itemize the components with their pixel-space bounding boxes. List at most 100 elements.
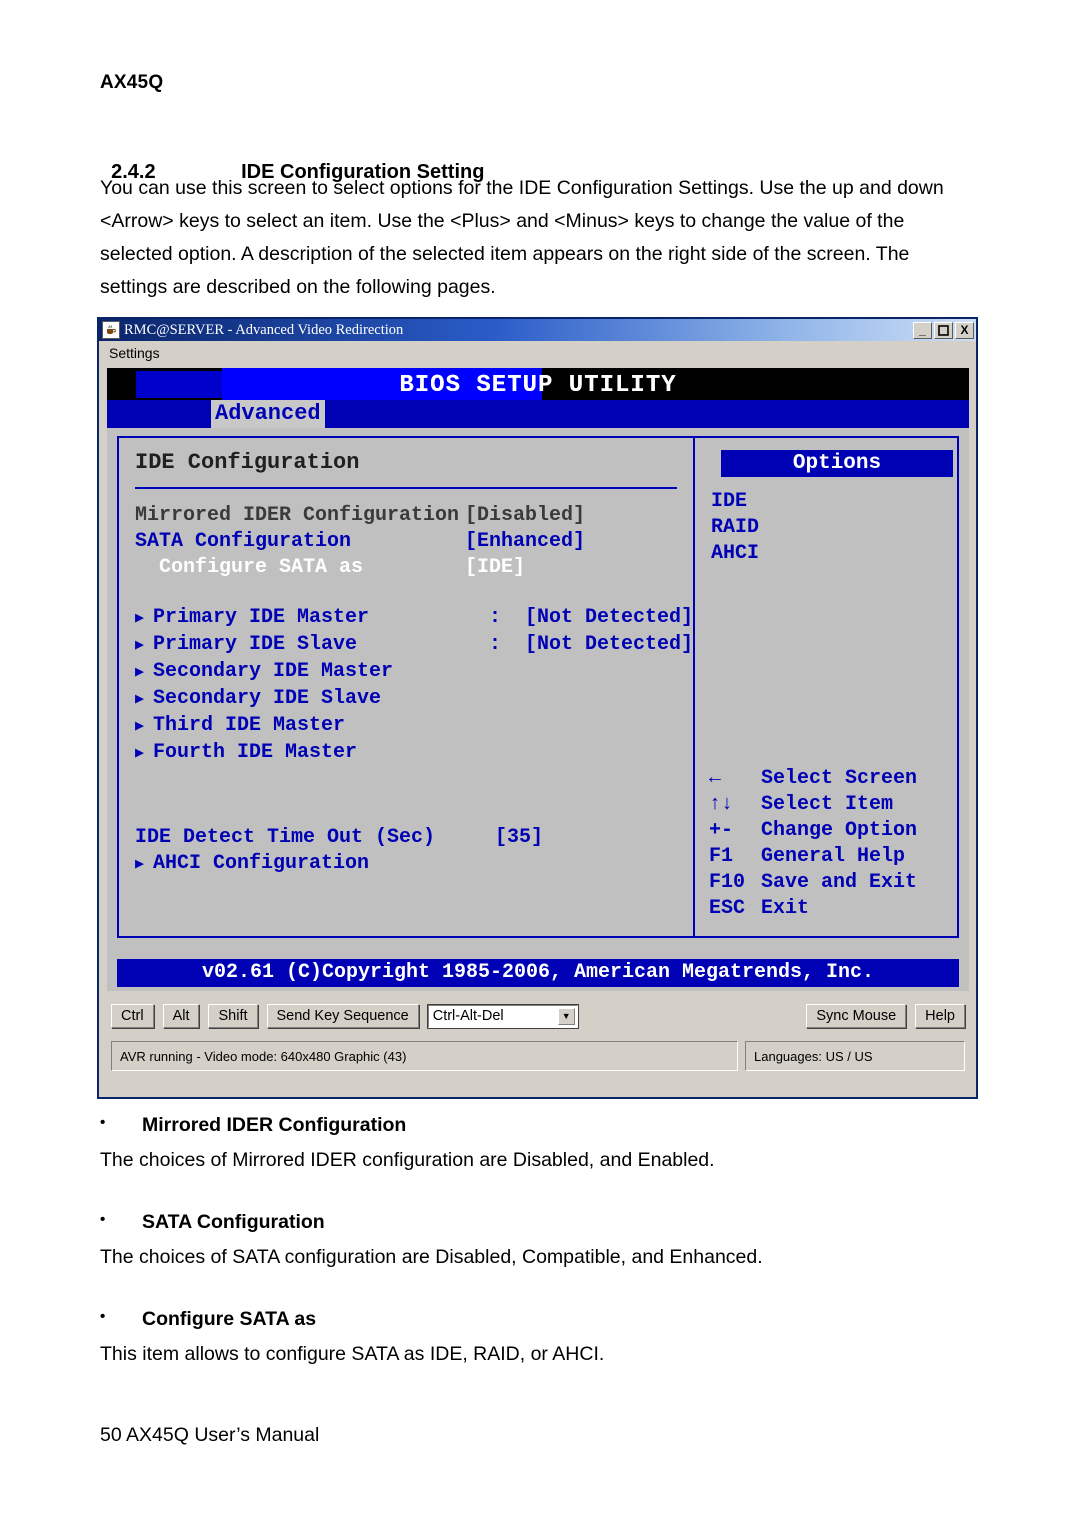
key-sequence-value: Ctrl-Alt-Del [432, 1008, 504, 1024]
languages-text: Languages: US / US [745, 1041, 965, 1071]
alt-button[interactable]: Alt [162, 1004, 200, 1028]
minimize-icon[interactable]: _ [913, 321, 932, 339]
setting-row-sata-configuration[interactable]: SATA Configuration [Enhanced] [135, 529, 693, 555]
setting-row-mirrored-ider[interactable]: Mirrored IDER Configuration [Disabled] [135, 503, 693, 529]
device-row-third-ide-master[interactable]: ▶ Third IDE Master [135, 713, 693, 740]
device-row-secondary-ide-master[interactable]: ▶ Secondary IDE Master [135, 659, 693, 686]
timeout-value: [35] [495, 826, 544, 849]
key-glyph: ← [709, 767, 722, 790]
close-icon[interactable]: X [955, 321, 974, 339]
key-legend-row: ↑↓ Select Item [709, 792, 917, 818]
menu-item-settings[interactable]: Settings [109, 345, 160, 361]
bios-right-pane: Options IDE RAID AHCI ← Select Screen ↑↓ S… [695, 438, 957, 936]
key-legend-row: ESC Exit [709, 896, 917, 922]
panel-heading: IDE Configuration [135, 450, 360, 475]
triangle-right-icon: ▶ [135, 637, 145, 654]
shift-button[interactable]: Shift [208, 1004, 258, 1028]
device-value: : [Not Detected] [488, 606, 693, 629]
key-action: General Help [761, 845, 906, 868]
avr-toolbar: Ctrl Alt Shift Send Key Sequence Ctrl-Al… [107, 997, 969, 1035]
bullet-title-sata-configuration: • SATA Configuration [100, 1211, 980, 1234]
key-action: Change Option [761, 819, 918, 842]
help-button[interactable]: Help [915, 1004, 965, 1028]
key-glyph: F1 [709, 845, 734, 868]
device-label: Primary IDE Master [153, 606, 370, 629]
tab-advanced[interactable]: Advanced [211, 400, 325, 428]
setting-label: Mirrored IDER Configuration [135, 504, 460, 527]
bullet-body-mirrored-ider: The choices of Mirrored IDER configurati… [100, 1149, 715, 1171]
bios-key-legend: ← Select Screen ↑↓ Select Item +- Change Op… [709, 766, 917, 922]
setting-label: Configure SATA as [135, 556, 364, 579]
sync-mouse-button[interactable]: Sync Mouse [806, 1004, 907, 1028]
page-footer: 50 AX45Q User’s Manual [100, 1424, 320, 1446]
options-panel-item-ide: IDE [711, 490, 748, 513]
setting-row-configure-sata-as[interactable]: Configure SATA as [IDE] [135, 555, 693, 581]
key-action: Select Screen [761, 767, 918, 790]
avr-status-bar: AVR running - Video mode: 640x480 Graphi… [107, 1041, 969, 1071]
bullet-sections: • Mirrored IDER Configuration The choice… [100, 1114, 980, 1405]
bullet-title-text: Mirrored IDER Configuration [142, 1114, 407, 1136]
java-coffee-cup-icon [102, 321, 120, 339]
ahci-label: AHCI Configuration [153, 852, 370, 875]
setting-row-ide-detect-timeout[interactable]: IDE Detect Time Out (Sec) [35] [135, 825, 693, 851]
setting-value: [Disabled] [465, 504, 586, 527]
setting-value: [Enhanced] [465, 530, 586, 553]
running-head: AX45Q [100, 72, 164, 93]
options-panel-item-ahci: AHCI [711, 542, 760, 565]
options-panel-item-raid: RAID [711, 516, 760, 539]
bullet-title-configure-sata-as: • Configure SATA as [100, 1308, 980, 1331]
triangle-right-icon: ▶ [135, 856, 145, 873]
key-glyph: ↑↓ [709, 793, 734, 816]
bios-tab-bar-fill [315, 400, 969, 428]
device-row-secondary-ide-slave[interactable]: ▶ Secondary IDE Slave [135, 686, 693, 713]
triangle-right-icon: ▶ [135, 718, 145, 735]
device-row-fourth-ide-master[interactable]: ▶ Fourth IDE Master [135, 740, 693, 767]
key-legend-row: F1 General Help [709, 844, 917, 870]
triangle-right-icon: ▶ [135, 745, 145, 762]
bios-body: IDE Configuration Mirrored IDER Configur… [107, 428, 969, 958]
device-label: Secondary IDE Slave [153, 687, 382, 710]
device-row-primary-ide-slave[interactable]: ▶ Primary IDE Slave : [Not Detected] [135, 632, 693, 659]
window-title-bar[interactable]: RMC@SERVER - Advanced Video Redirection … [99, 319, 976, 341]
triangle-right-icon: ▶ [135, 664, 145, 681]
bios-title: BIOS SETUP UTILITY [399, 372, 677, 399]
bios-panes: IDE Configuration Mirrored IDER Configur… [117, 436, 959, 938]
bullet-dot-icon: • [100, 1114, 106, 1131]
window-controls: _ X [913, 321, 974, 339]
bullet-dot-icon: • [100, 1308, 106, 1325]
maximize-icon[interactable] [934, 321, 953, 339]
triangle-right-icon: ▶ [135, 610, 145, 627]
timeout-label: IDE Detect Time Out (Sec) [135, 826, 436, 849]
triangle-right-icon: ▶ [135, 691, 145, 708]
ctrl-button[interactable]: Ctrl [111, 1004, 154, 1028]
status-text: AVR running - Video mode: 640x480 Graphi… [111, 1041, 738, 1071]
key-glyph: F10 [709, 871, 746, 894]
bios-screen: BIOS SETUP UTILITY Advanced IDE Configur… [107, 368, 969, 991]
key-glyph: ESC [709, 897, 746, 920]
send-key-sequence-button[interactable]: Send Key Sequence [266, 1004, 419, 1028]
key-sequence-select[interactable]: Ctrl-Alt-Del ▼ [426, 1003, 579, 1029]
bullet-title-text: SATA Configuration [142, 1211, 325, 1233]
options-panel-title: Options [721, 450, 953, 477]
bios-tab-bar: Advanced [107, 400, 969, 428]
key-action: Select Item [761, 793, 894, 816]
key-action: Save and Exit [761, 871, 918, 894]
window-title: RMC@SERVER - Advanced Video Redirection [124, 321, 404, 338]
key-glyph: +- [709, 819, 734, 842]
bios-copyright: v02.61 (C)Copyright 1985-2006, American … [117, 959, 959, 987]
key-legend-row: ← Select Screen [709, 766, 917, 792]
intro-paragraph: You can use this screen to select option… [100, 177, 944, 298]
device-label: Fourth IDE Master [153, 741, 358, 764]
setting-value: [IDE] [465, 556, 526, 579]
bios-left-pane: IDE Configuration Mirrored IDER Configur… [119, 438, 693, 936]
device-label: Primary IDE Slave [153, 633, 358, 656]
key-legend-row: F10 Save and Exit [709, 870, 917, 896]
chevron-down-icon[interactable]: ▼ [557, 1007, 575, 1025]
bullet-title-text: Configure SATA as [142, 1308, 317, 1330]
device-row-ahci-configuration[interactable]: ▶ AHCI Configuration [135, 851, 693, 878]
bullet-title-mirrored-ider: • Mirrored IDER Configuration [100, 1114, 980, 1137]
device-row-primary-ide-master[interactable]: ▶ Primary IDE Master : [Not Detected] [135, 605, 693, 632]
window-menu-bar: Settings [99, 341, 976, 364]
key-action: Exit [761, 897, 810, 920]
bullet-body-configure-sata-as: This item allows to configure SATA as ID… [100, 1343, 605, 1365]
